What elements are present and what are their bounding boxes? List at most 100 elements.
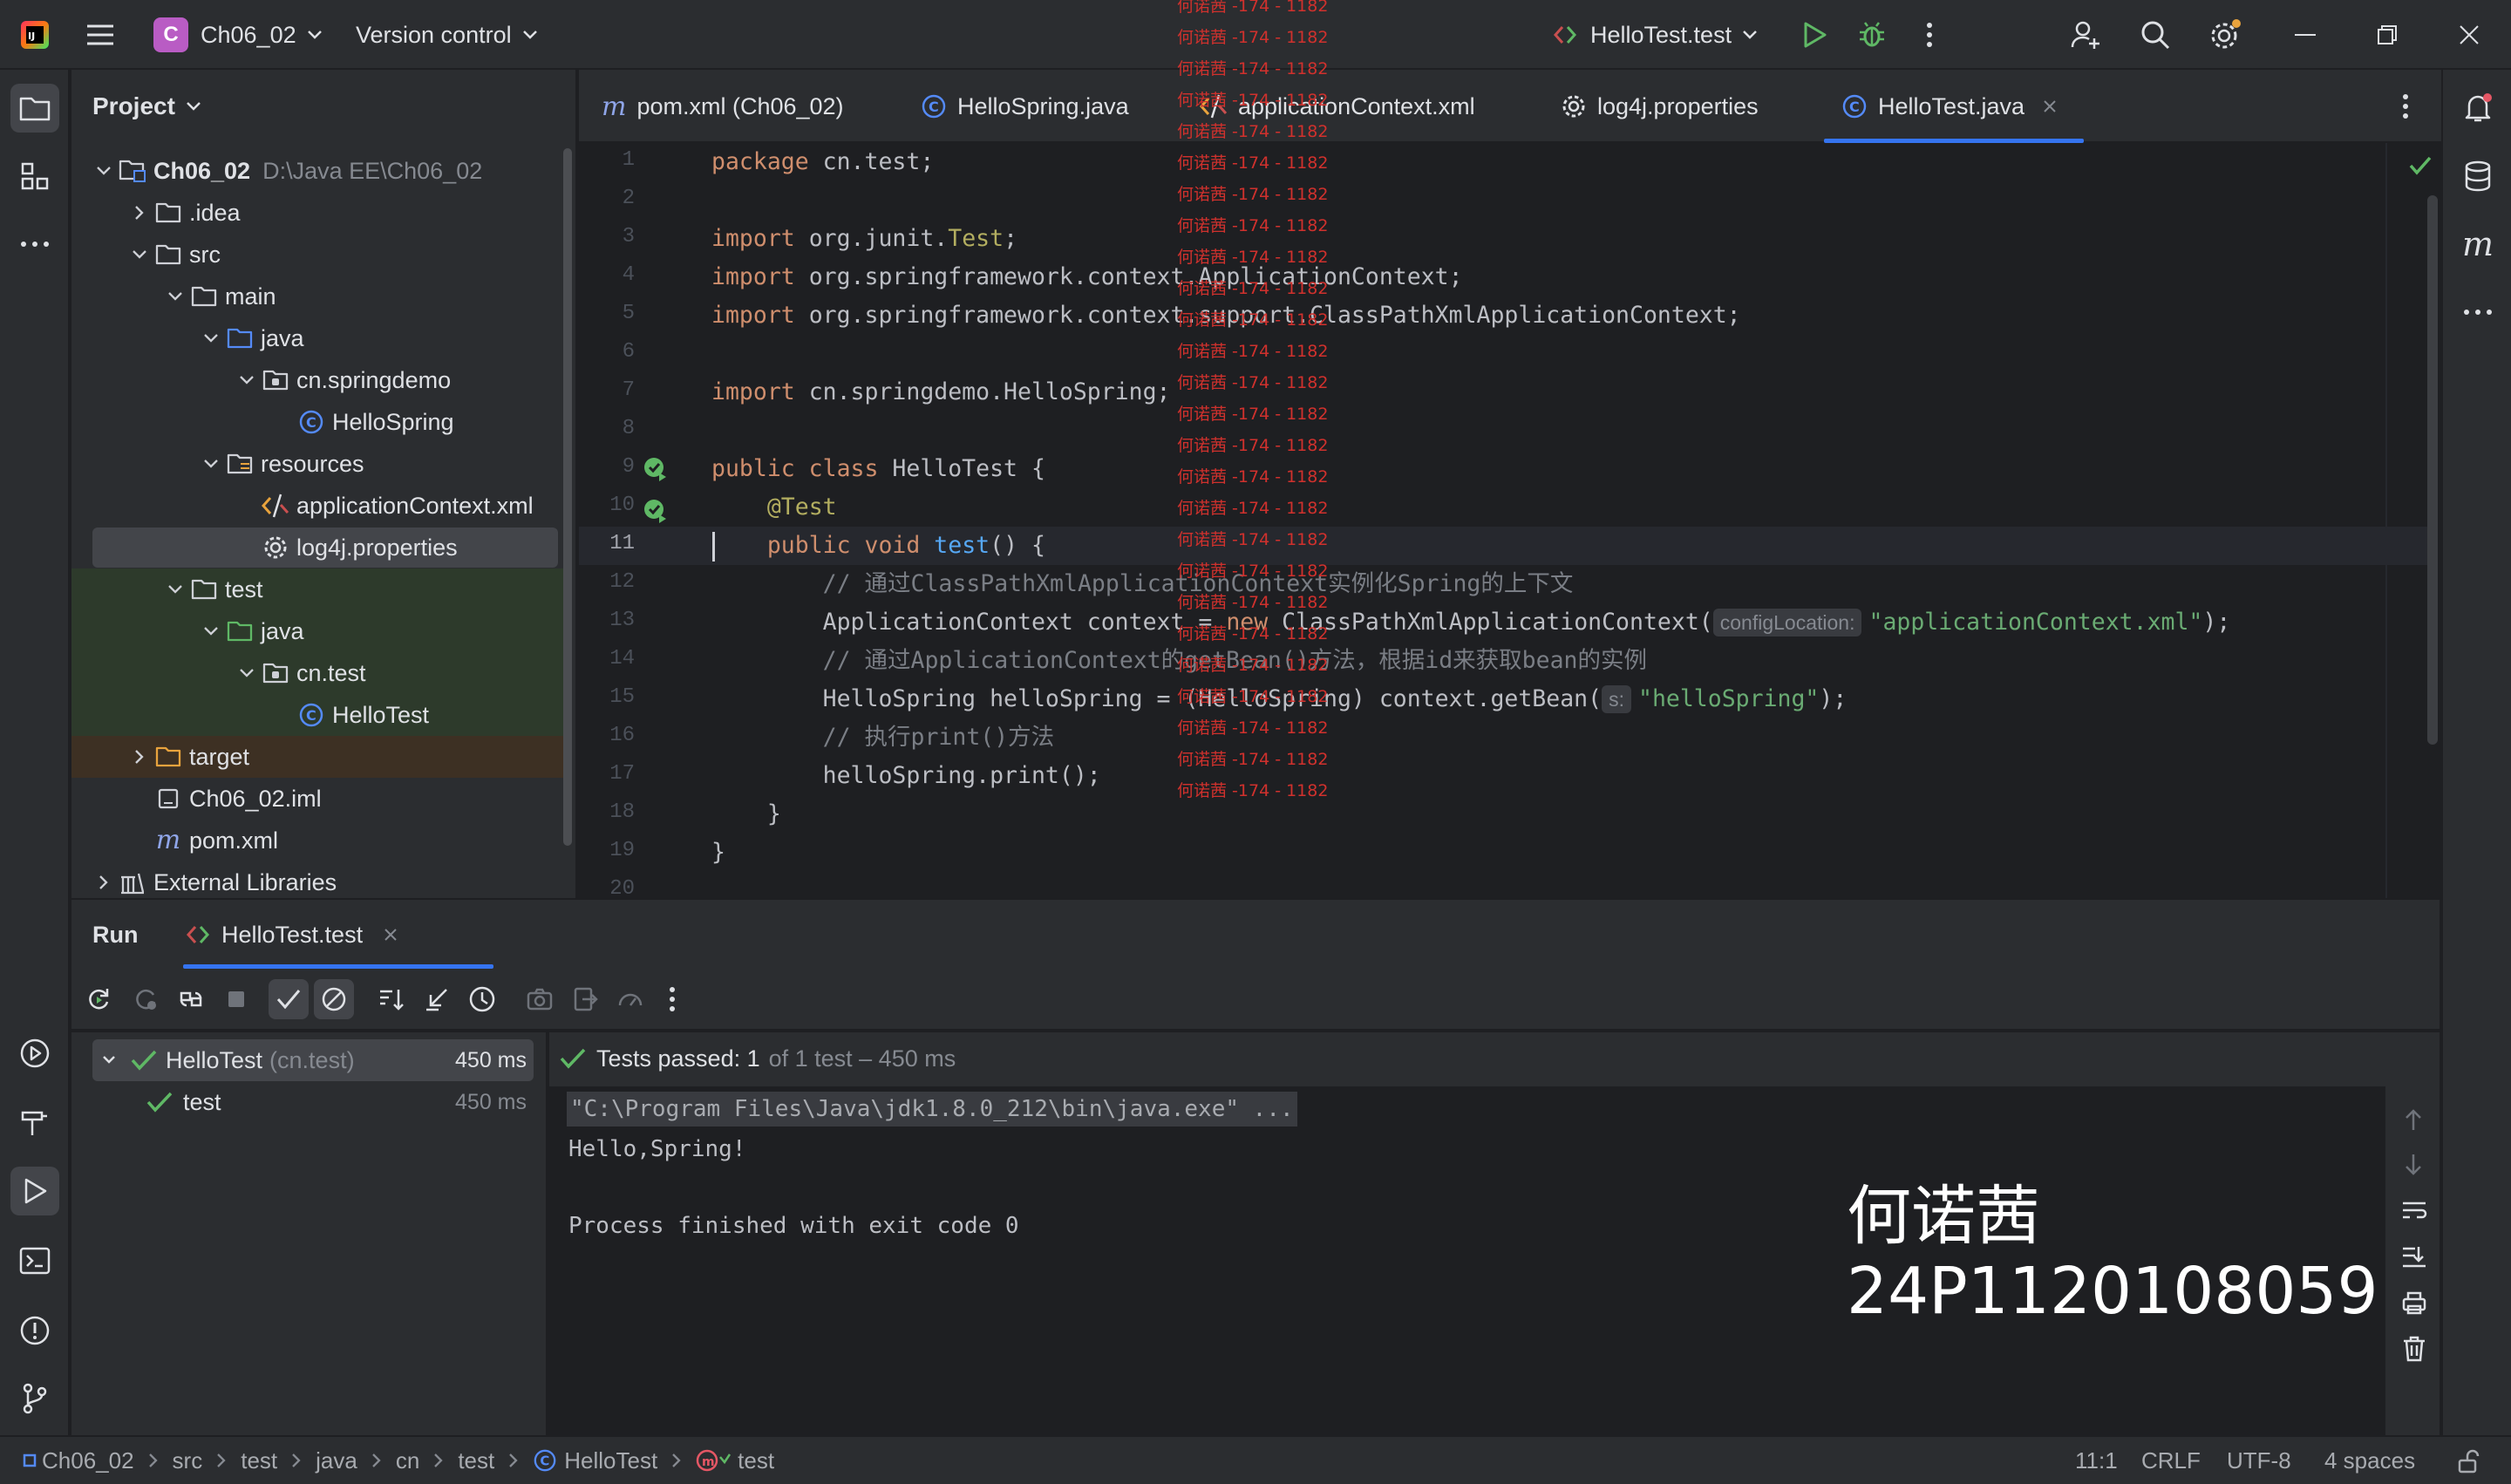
project-tree-item[interactable]: Ch06_02 D:\Java EE\Ch06_02 bbox=[71, 150, 560, 192]
console-command-line[interactable]: "C:\Program Files\Java\jdk1.8.0_212\bin\… bbox=[567, 1092, 1297, 1127]
project-panel-header[interactable]: Project bbox=[92, 70, 201, 143]
lock-icon[interactable] bbox=[2457, 1449, 2481, 1474]
import-tests-icon[interactable] bbox=[417, 979, 457, 1019]
breadcrumb-item[interactable]: cn bbox=[396, 1447, 419, 1474]
breadcrumb-item[interactable]: test bbox=[458, 1447, 494, 1474]
services-icon[interactable] bbox=[10, 1029, 59, 1078]
project-tree-item[interactable]: main bbox=[71, 276, 560, 317]
project-tree-item[interactable]: C HelloSpring bbox=[71, 401, 560, 443]
show-ignored-icon[interactable] bbox=[314, 979, 354, 1019]
search-icon[interactable] bbox=[2140, 0, 2171, 70]
run-tab-hellotest[interactable]: HelloTest.test bbox=[185, 900, 398, 970]
test-history-clock-icon[interactable] bbox=[462, 979, 502, 1019]
run-tool-icon[interactable] bbox=[10, 1167, 59, 1215]
maven-tool-icon[interactable]: m bbox=[2453, 220, 2502, 269]
test-method-row[interactable]: test 450 ms bbox=[92, 1081, 534, 1123]
breadcrumb-item[interactable]: test bbox=[241, 1447, 277, 1474]
run-button[interactable] bbox=[1801, 0, 1827, 70]
project-tree-item[interactable]: target bbox=[71, 736, 568, 778]
main-menu-icon[interactable] bbox=[85, 0, 115, 70]
chevron-down-icon[interactable] bbox=[198, 626, 224, 636]
code-editor[interactable]: 1 2 3 4 5 6 7 8 9 10 11 12 13 14 15 16 17 18 19 20 package … bbox=[579, 143, 2441, 898]
project-tree-item[interactable]: m pom.xml bbox=[71, 820, 560, 861]
project-tool-folder-icon[interactable] bbox=[10, 84, 59, 133]
tab-hellospring-java[interactable]: C HelloSpring.java bbox=[921, 70, 1129, 143]
chevron-down-icon[interactable] bbox=[91, 166, 117, 176]
project-switcher[interactable]: C Ch06_02 bbox=[153, 0, 323, 70]
rerun-failed-icon[interactable] bbox=[126, 979, 166, 1019]
arrow-up-icon[interactable] bbox=[2403, 1107, 2424, 1132]
project-tree-item[interactable]: .idea bbox=[71, 192, 560, 234]
toggle-auto-test-icon[interactable] bbox=[171, 979, 211, 1019]
chevron-down-icon[interactable] bbox=[126, 249, 153, 260]
close-tab-icon[interactable] bbox=[384, 928, 398, 942]
tab-hellotest-java[interactable]: C HelloTest.java bbox=[1823, 70, 2085, 143]
arrow-down-icon[interactable] bbox=[2403, 1153, 2424, 1177]
camera-icon[interactable] bbox=[520, 979, 560, 1019]
trash-icon[interactable] bbox=[2402, 1336, 2426, 1362]
chevron-down-icon[interactable] bbox=[198, 459, 224, 469]
project-tree-item[interactable]: C HelloTest bbox=[71, 694, 568, 736]
chevron-down-icon[interactable] bbox=[234, 668, 260, 678]
project-tree-item[interactable]: External Libraries bbox=[71, 861, 560, 903]
breadcrumb-item[interactable]: src bbox=[173, 1447, 203, 1474]
tab-log4j-properties[interactable]: log4j.properties bbox=[1561, 70, 1759, 143]
chevron-right-icon[interactable] bbox=[126, 205, 153, 221]
vcs-menu[interactable]: Version control bbox=[356, 0, 538, 70]
chevron-down-icon[interactable] bbox=[162, 584, 188, 595]
breadcrumb-item[interactable]: C HelloTest bbox=[533, 1447, 657, 1474]
project-tree-item[interactable]: java bbox=[71, 610, 568, 652]
project-tree-item[interactable]: applicationContext.xml bbox=[71, 485, 560, 527]
close-window-icon[interactable] bbox=[2459, 0, 2480, 70]
close-tab-icon[interactable] bbox=[2042, 99, 2058, 114]
project-scrollbar[interactable] bbox=[563, 148, 572, 846]
chevron-right-icon[interactable] bbox=[91, 875, 117, 890]
add-user-icon[interactable] bbox=[2070, 0, 2101, 70]
caret-position[interactable]: 11:1 bbox=[2075, 1447, 2118, 1474]
settings-gear-icon[interactable] bbox=[2208, 0, 2242, 70]
git-branch-icon[interactable] bbox=[10, 1374, 59, 1423]
structure-icon[interactable] bbox=[10, 152, 59, 201]
tab-pom-xml[interactable]: m pom.xml (Ch06_02) bbox=[602, 70, 844, 143]
database-icon[interactable] bbox=[2453, 152, 2502, 201]
stop-icon[interactable] bbox=[216, 979, 256, 1019]
breadcrumb-item[interactable]: Ch06_02 bbox=[23, 1447, 134, 1474]
file-encoding[interactable]: UTF-8 bbox=[2227, 1447, 2291, 1474]
chevron-right-icon[interactable] bbox=[126, 749, 153, 765]
inspection-ok-icon[interactable] bbox=[2408, 155, 2433, 176]
terminal-icon[interactable] bbox=[10, 1236, 59, 1285]
more-actions-icon[interactable] bbox=[652, 979, 692, 1019]
coverage-icon[interactable] bbox=[610, 979, 650, 1019]
print-icon[interactable] bbox=[2401, 1290, 2427, 1315]
chevron-down-icon[interactable] bbox=[162, 291, 188, 302]
project-tree-item[interactable]: log4j.properties bbox=[71, 527, 560, 568]
project-tree-item[interactable]: cn.test bbox=[71, 652, 568, 694]
restore-window-icon[interactable] bbox=[2377, 0, 2398, 70]
project-tree-item[interactable]: cn.springdemo bbox=[71, 359, 560, 401]
build-hammer-icon[interactable] bbox=[10, 1099, 59, 1147]
breadcrumb-item[interactable]: java bbox=[316, 1447, 357, 1474]
project-tree-item[interactable]: resources bbox=[71, 443, 560, 485]
more-actions-icon[interactable] bbox=[1925, 0, 1934, 70]
project-tree-item[interactable]: Ch06_02.iml bbox=[71, 778, 560, 820]
line-separator[interactable]: CRLF bbox=[2141, 1447, 2201, 1474]
export-icon[interactable] bbox=[565, 979, 605, 1019]
run-test-gutter-icon[interactable] bbox=[642, 455, 668, 481]
run-test-gutter-icon[interactable] bbox=[642, 497, 668, 523]
more-tools-icon[interactable] bbox=[10, 220, 59, 269]
project-tree-item[interactable]: test bbox=[71, 568, 568, 610]
chevron-down-icon[interactable] bbox=[234, 375, 260, 385]
test-class-row[interactable]: HelloTest (cn.test) 450 ms bbox=[92, 1039, 534, 1081]
debug-button[interactable] bbox=[1857, 0, 1887, 70]
notifications-bell-icon[interactable] bbox=[2453, 84, 2502, 133]
run-config-selector[interactable]: HelloTest.test bbox=[1552, 0, 1758, 70]
soft-wrap-icon[interactable] bbox=[2401, 1200, 2427, 1222]
project-tree-item[interactable]: src bbox=[71, 234, 560, 276]
rerun-icon[interactable] bbox=[78, 979, 119, 1019]
tab-options-icon[interactable] bbox=[2401, 70, 2410, 143]
breadcrumb-item[interactable]: m test bbox=[696, 1447, 774, 1474]
scroll-to-end-icon[interactable] bbox=[2401, 1245, 2427, 1270]
chevron-down-icon[interactable] bbox=[198, 333, 224, 344]
sort-alphabetically-icon[interactable] bbox=[371, 979, 412, 1019]
app-logo-icon[interactable]: IJ bbox=[19, 0, 51, 70]
